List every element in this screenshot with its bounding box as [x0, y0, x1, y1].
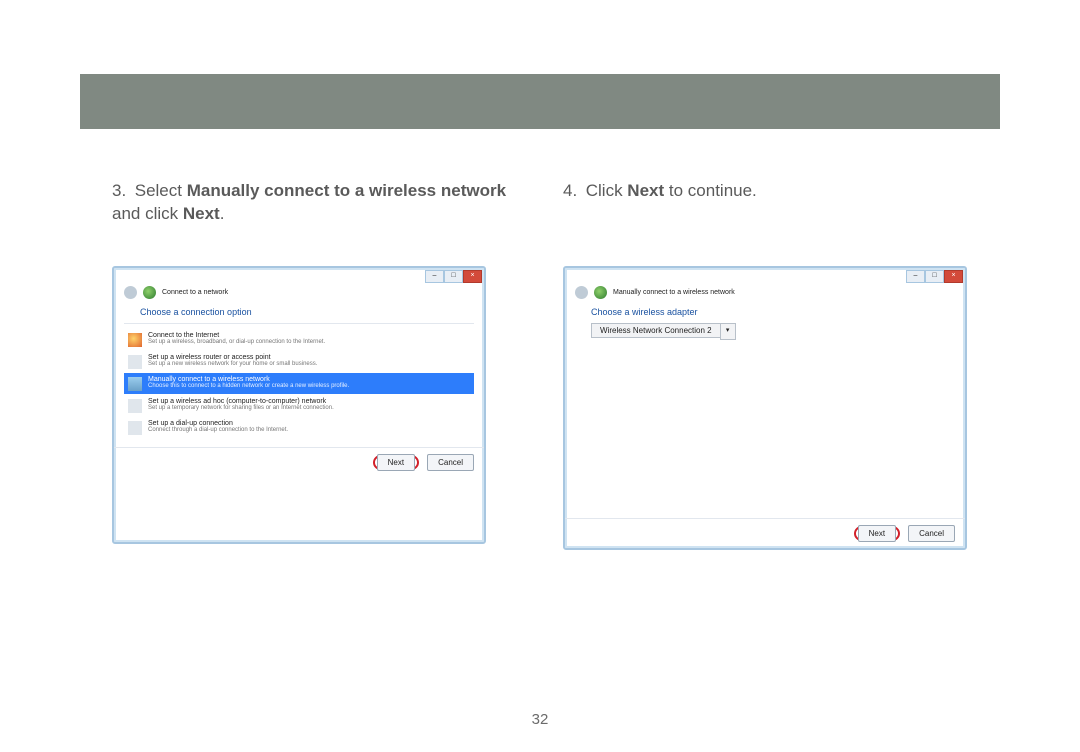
cancel-button[interactable]: Cancel: [908, 525, 955, 542]
step-4-text: 4. Click Next to continue.: [563, 180, 968, 226]
router-icon: [128, 355, 142, 369]
manual-page: 3. Select Manually connect to a wireless…: [0, 0, 1080, 752]
dialog-title: Connect to a network: [162, 289, 228, 296]
network-icon: [143, 286, 156, 299]
dialog-connect-to-network: – □ × Connect to a network Choose a conn…: [112, 266, 486, 544]
option-dialup[interactable]: Set up a dial-up connectionConnect throu…: [124, 417, 474, 438]
close-button[interactable]: ×: [463, 270, 482, 283]
globe-icon: [128, 333, 142, 347]
dialup-icon: [128, 421, 142, 435]
option-manual-wireless[interactable]: Manually connect to a wireless networkCh…: [124, 373, 474, 394]
dropdown-arrow-icon[interactable]: ▾: [720, 323, 736, 340]
option-connect-internet[interactable]: Connect to the InternetSet up a wireless…: [124, 329, 474, 350]
network-icon: [594, 286, 607, 299]
monitor-icon: [128, 377, 142, 391]
section-heading: Choose a connection option: [140, 307, 474, 317]
back-icon[interactable]: [575, 286, 588, 299]
step-number: 3.: [112, 180, 130, 203]
adapter-dropdown[interactable]: Wireless Network Connection 2: [591, 323, 721, 338]
maximize-button[interactable]: □: [444, 270, 463, 283]
section-heading: Choose a wireless adapter: [591, 307, 955, 317]
minimize-button[interactable]: –: [906, 270, 925, 283]
window-chrome: – □ ×: [906, 270, 963, 283]
dialog-title: Manually connect to a wireless network: [613, 289, 735, 296]
step-4: 4. Click Next to continue. – □ × Manuall…: [563, 180, 968, 550]
adhoc-icon: [128, 399, 142, 413]
highlight-ring: Next: [854, 526, 900, 541]
header-bar: [80, 74, 1000, 129]
minimize-button[interactable]: –: [425, 270, 444, 283]
step-number: 4.: [563, 180, 581, 203]
page-number: 32: [0, 711, 1080, 728]
close-button[interactable]: ×: [944, 270, 963, 283]
next-button[interactable]: Next: [377, 454, 415, 471]
dialog-choose-adapter: – □ × Manually connect to a wireless net…: [563, 266, 967, 550]
window-chrome: – □ ×: [425, 270, 482, 283]
step-3: 3. Select Manually connect to a wireless…: [112, 180, 517, 550]
cancel-button[interactable]: Cancel: [427, 454, 474, 471]
connection-options-list: Connect to the InternetSet up a wireless…: [124, 323, 474, 438]
option-adhoc[interactable]: Set up a wireless ad hoc (computer-to-co…: [124, 395, 474, 416]
next-button[interactable]: Next: [858, 525, 896, 542]
maximize-button[interactable]: □: [925, 270, 944, 283]
highlight-ring: Next: [373, 455, 419, 470]
option-setup-router[interactable]: Set up a wireless router or access point…: [124, 351, 474, 372]
step-3-text: 3. Select Manually connect to a wireless…: [112, 180, 517, 226]
back-icon[interactable]: [124, 286, 137, 299]
